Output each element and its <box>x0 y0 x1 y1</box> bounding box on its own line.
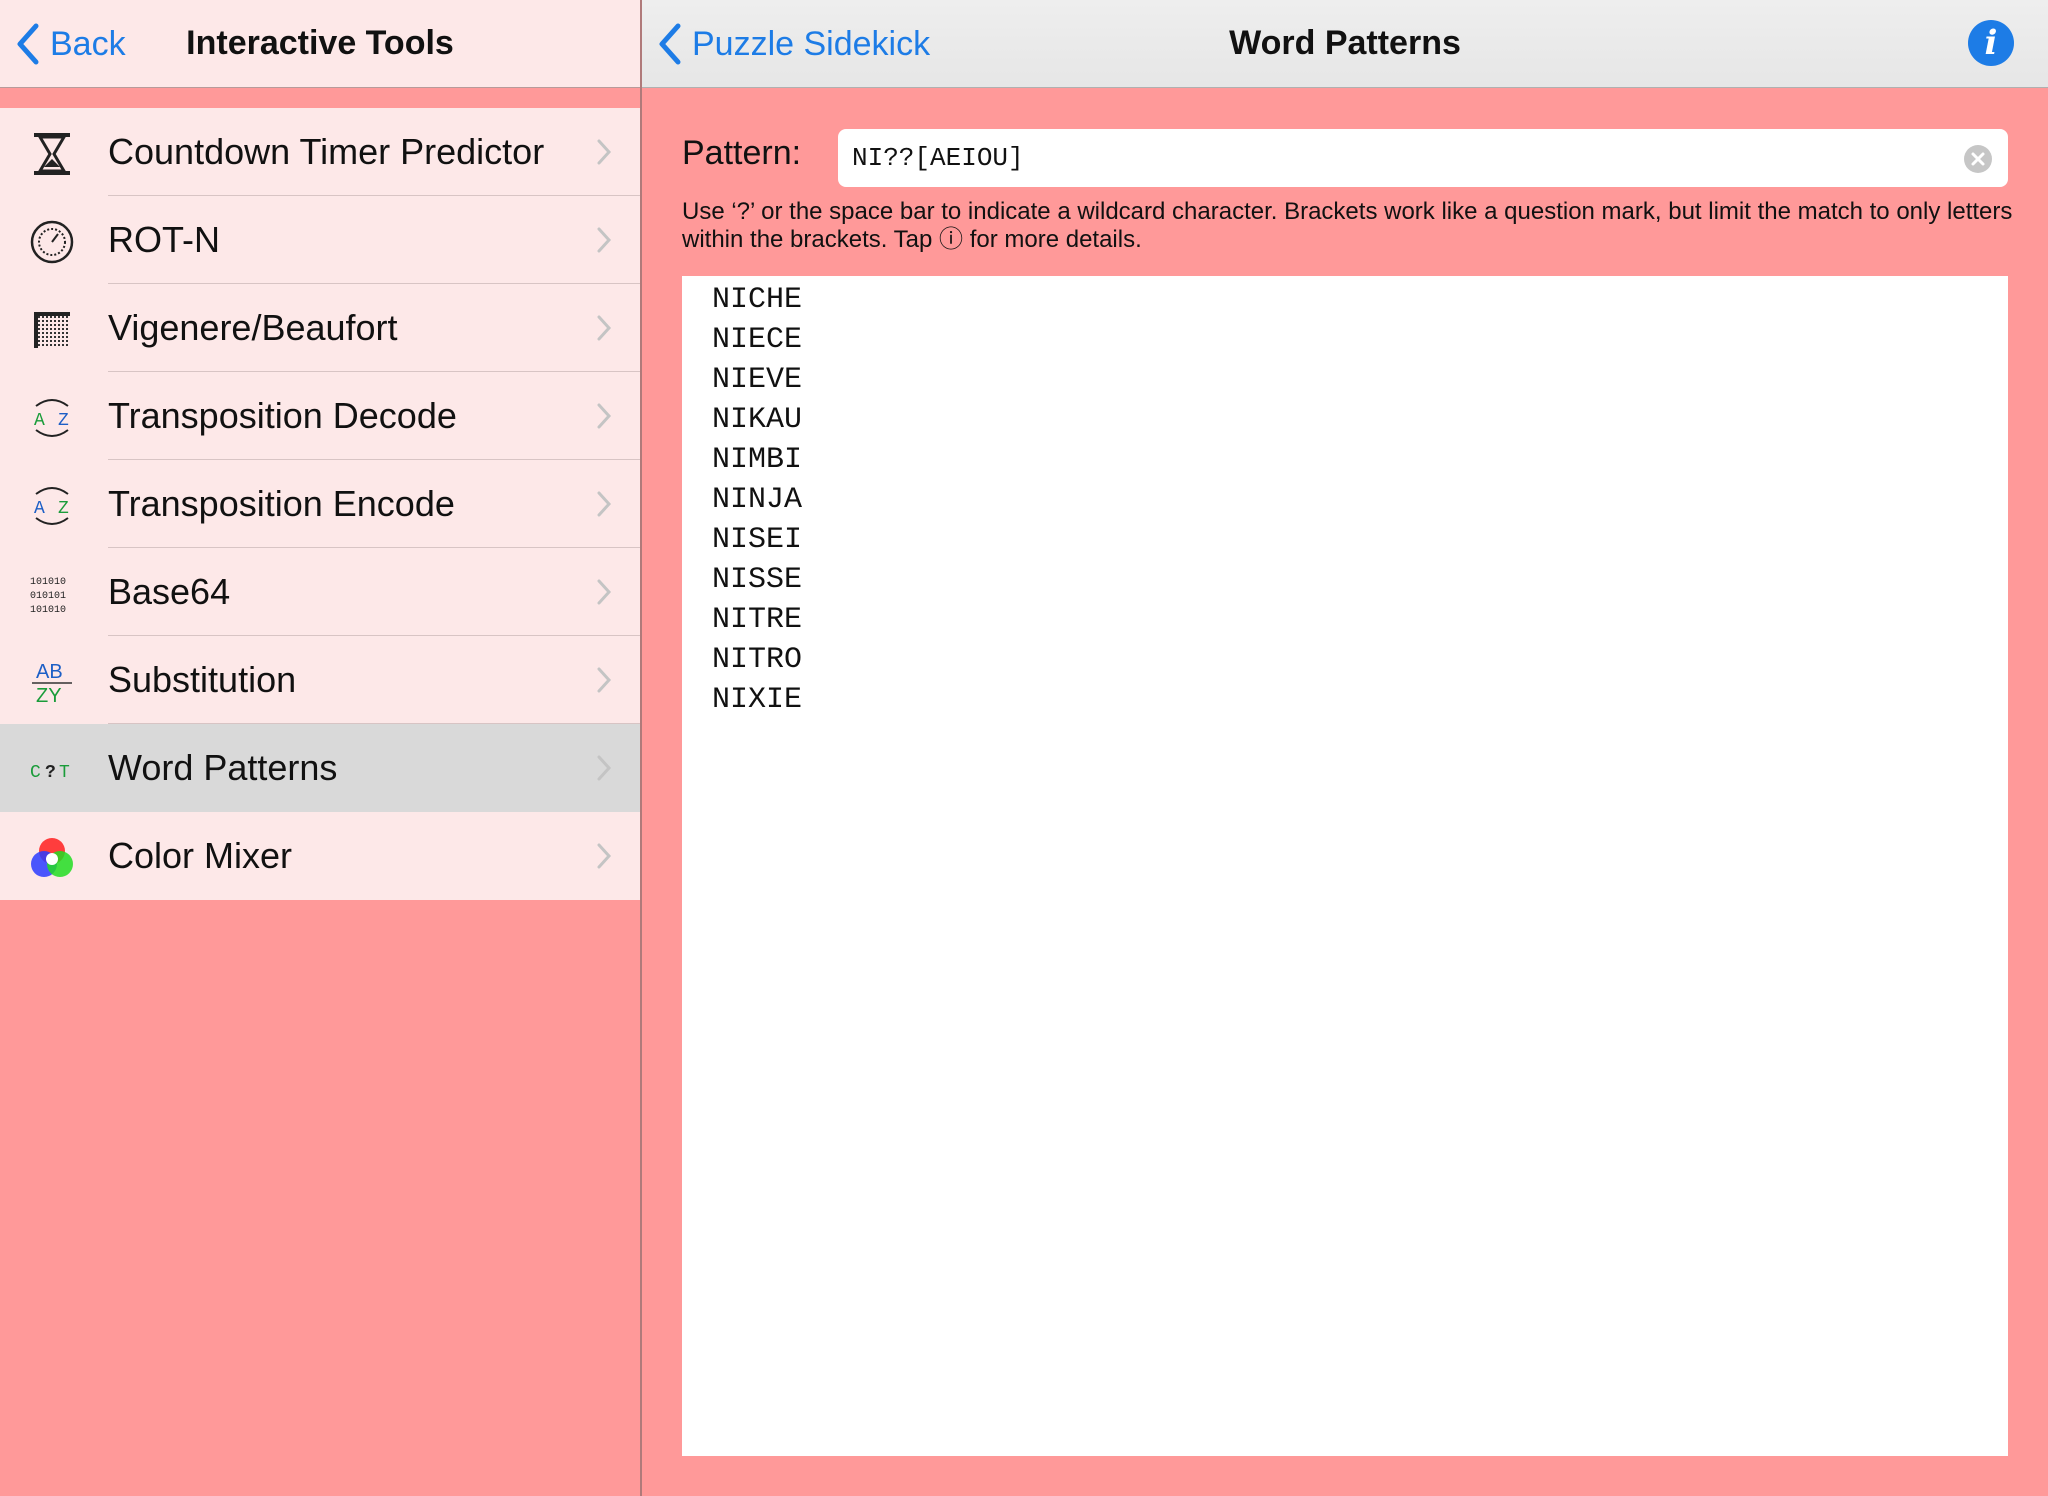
back-button[interactable]: Back <box>14 0 126 88</box>
list-item-label: Substitution <box>108 659 297 700</box>
result-word: NISEI <box>712 523 803 557</box>
transposition-encode-icon: AZ <box>28 482 76 530</box>
list-item-color-mixer[interactable]: Color Mixer <box>0 812 640 900</box>
list-item-vigenere[interactable]: Vigenere/Beaufort <box>0 284 640 372</box>
grid-icon <box>28 306 76 354</box>
tools-list: Countdown Timer Predictor ROT-N Vigenere… <box>0 108 640 900</box>
icon-binary-line: 010101 <box>30 591 66 602</box>
result-word: NICHE <box>712 283 803 317</box>
back-button-label: Back <box>50 24 126 63</box>
list-item-transposition-decode[interactable]: AZ Transposition Decode <box>0 372 640 460</box>
info-icon[interactable]: i <box>1968 20 2014 66</box>
list-item-label: Transposition Decode <box>108 395 457 436</box>
result-word: NIECE <box>712 323 803 357</box>
result-word: NIXIE <box>712 683 803 717</box>
chevron-left-icon <box>17 23 39 65</box>
master-navbar: Interactive Tools Back <box>0 0 640 88</box>
result-word: NINJA <box>712 483 803 517</box>
chevron-right-icon <box>597 667 612 693</box>
transposition-decode-icon: AZ <box>28 394 76 442</box>
substitution-icon: AB ZY <box>28 658 76 706</box>
icon-letter: A <box>34 499 45 519</box>
icon-letters: ZY <box>36 685 62 706</box>
chevron-right-icon <box>597 579 612 605</box>
color-mixer-icon <box>28 834 76 882</box>
detail-panel: Word Patterns Puzzle Sidekick i Pattern:… <box>642 0 2048 1496</box>
back-button-label: Puzzle Sidekick <box>692 24 931 63</box>
list-item-rot-n[interactable]: ROT-N <box>0 196 640 284</box>
dial-icon <box>28 218 76 266</box>
chevron-right-icon <box>597 755 612 781</box>
clear-icon[interactable] <box>1964 145 1992 173</box>
help-text: Use ‘?’ or the space bar to indicate a w… <box>682 198 2013 253</box>
detail-navbar: Word Patterns Puzzle Sidekick i <box>642 0 2048 88</box>
icon-letter: Z <box>58 499 69 519</box>
pattern-label: Pattern: <box>682 134 802 172</box>
icon-letter: T <box>59 763 70 783</box>
hourglass-icon <box>28 130 76 178</box>
chevron-right-icon <box>597 403 612 429</box>
list-item-label: ROT-N <box>108 219 220 260</box>
list-item-countdown-timer[interactable]: Countdown Timer Predictor <box>0 108 640 196</box>
result-word: NIMBI <box>712 443 803 477</box>
word-pattern-icon: C? T <box>28 746 76 794</box>
list-item-label: Countdown Timer Predictor <box>108 131 545 172</box>
chevron-right-icon <box>597 843 612 869</box>
chevron-right-icon <box>597 227 612 253</box>
list-item-transposition-encode[interactable]: AZ Transposition Encode <box>0 460 640 548</box>
chevron-right-icon <box>597 315 612 341</box>
chevron-left-icon <box>659 23 681 65</box>
puzzle-sidekick-back-button[interactable]: Puzzle Sidekick <box>656 0 930 88</box>
master-panel: Interactive Tools Back Countdown Timer P… <box>0 0 640 1496</box>
result-word: NITRE <box>712 603 803 637</box>
results-list[interactable]: NICHE NIECE NIEVE NIKAU NIMBI NINJA NISE… <box>682 276 2008 1456</box>
list-item-base64[interactable]: 101010 010101 101010 Base64 <box>0 548 640 636</box>
chevron-right-icon <box>597 491 612 517</box>
result-word: NIEVE <box>712 363 803 397</box>
list-item-substitution[interactable]: AB ZY Substitution <box>0 636 640 724</box>
list-item-label: Transposition Encode <box>108 483 455 524</box>
icon-letters: AB <box>36 661 63 683</box>
icon-letter: C <box>30 763 41 783</box>
result-word: NITRO <box>712 643 803 677</box>
icon-binary-line: 101010 <box>30 605 66 616</box>
list-item-label: Base64 <box>108 571 231 612</box>
icon-letter: A <box>34 411 45 431</box>
result-word: NISSE <box>712 563 803 597</box>
chevron-right-icon <box>597 139 612 165</box>
icon-binary-line: 101010 <box>30 577 66 588</box>
list-item-label: Word Patterns <box>108 747 338 788</box>
icon-letter: Z <box>58 411 69 431</box>
icon-letter: ? <box>45 763 56 783</box>
list-item-word-patterns[interactable]: C? T Word Patterns <box>0 724 640 812</box>
binary-icon: 101010 010101 101010 <box>28 570 76 618</box>
list-item-label: Color Mixer <box>108 835 293 876</box>
list-item-label: Vigenere/Beaufort <box>108 307 398 348</box>
result-word: NIKAU <box>712 403 803 437</box>
pattern-input[interactable] <box>838 129 2008 187</box>
